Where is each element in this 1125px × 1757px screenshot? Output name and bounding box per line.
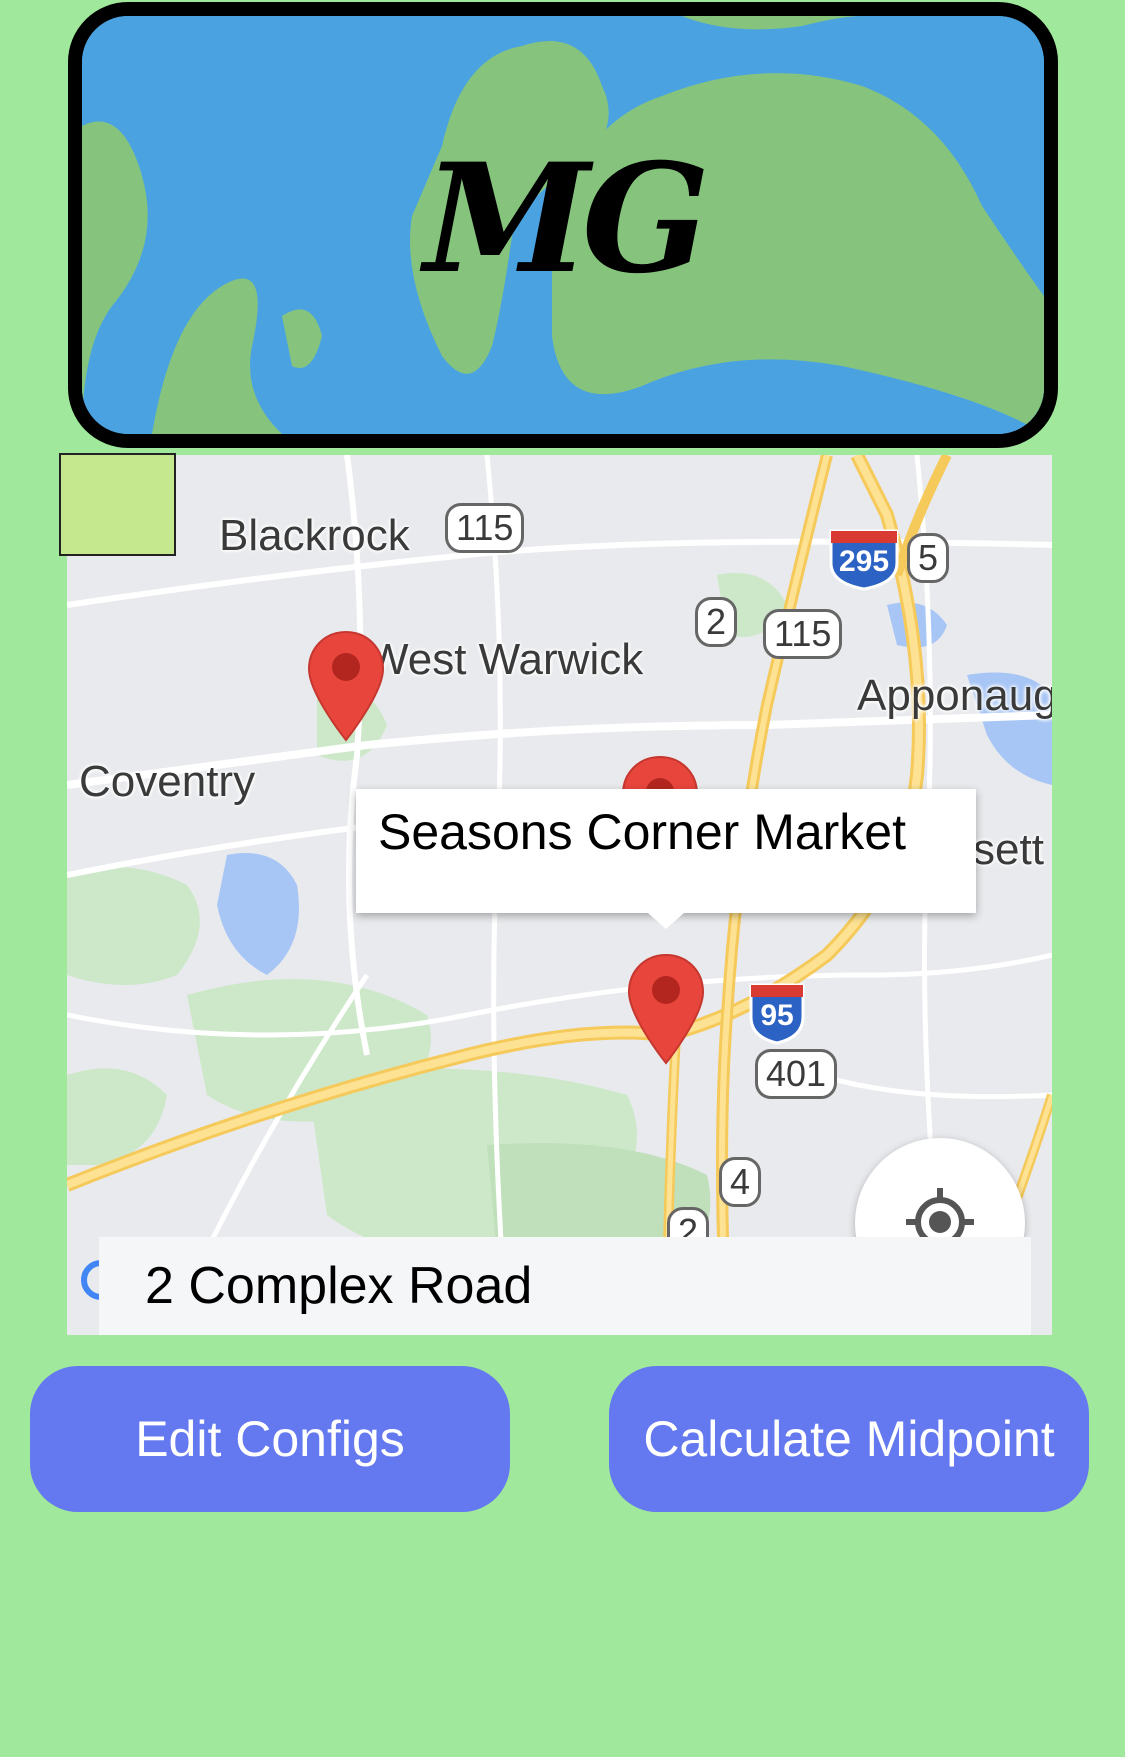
calculate-midpoint-button[interactable]: Calculate Midpoint <box>609 1366 1089 1512</box>
color-swatch <box>59 453 176 556</box>
interstate-shield-label: 95 <box>760 999 794 1032</box>
address-input[interactable] <box>99 1237 1031 1335</box>
app-logo: MG <box>68 2 1058 448</box>
map-pin-icon[interactable] <box>307 630 385 742</box>
route-shield: 115 <box>445 503 525 553</box>
interstate-shield-label: 295 <box>838 545 890 578</box>
interstate-shield: 95 <box>747 983 807 1045</box>
callout-tail <box>648 913 684 929</box>
map-pin-icon[interactable] <box>627 953 705 1065</box>
logo-monogram: MG <box>423 131 710 307</box>
route-shield: 115 <box>763 609 843 659</box>
interstate-shield: 295 <box>827 529 901 591</box>
place-label-sett: sett <box>973 825 1044 874</box>
route-shield: 2 <box>695 597 738 647</box>
route-shield: 4 <box>719 1157 762 1207</box>
place-label-west-warwick: West Warwick <box>367 635 644 684</box>
place-label-blackrock: Blackrock <box>219 511 410 560</box>
map-view[interactable]: Blackrock West Warwick Coventry Apponaug… <box>67 455 1052 1335</box>
route-shield: 5 <box>907 533 950 583</box>
place-label-apponaug: Apponaug <box>857 671 1052 720</box>
route-shield: 401 <box>755 1049 838 1099</box>
place-callout[interactable]: Seasons Corner Market <box>356 789 976 929</box>
place-label-coventry: Coventry <box>79 757 256 806</box>
edit-configs-button[interactable]: Edit Configs <box>30 1366 510 1512</box>
callout-title: Seasons Corner Market <box>378 804 907 860</box>
